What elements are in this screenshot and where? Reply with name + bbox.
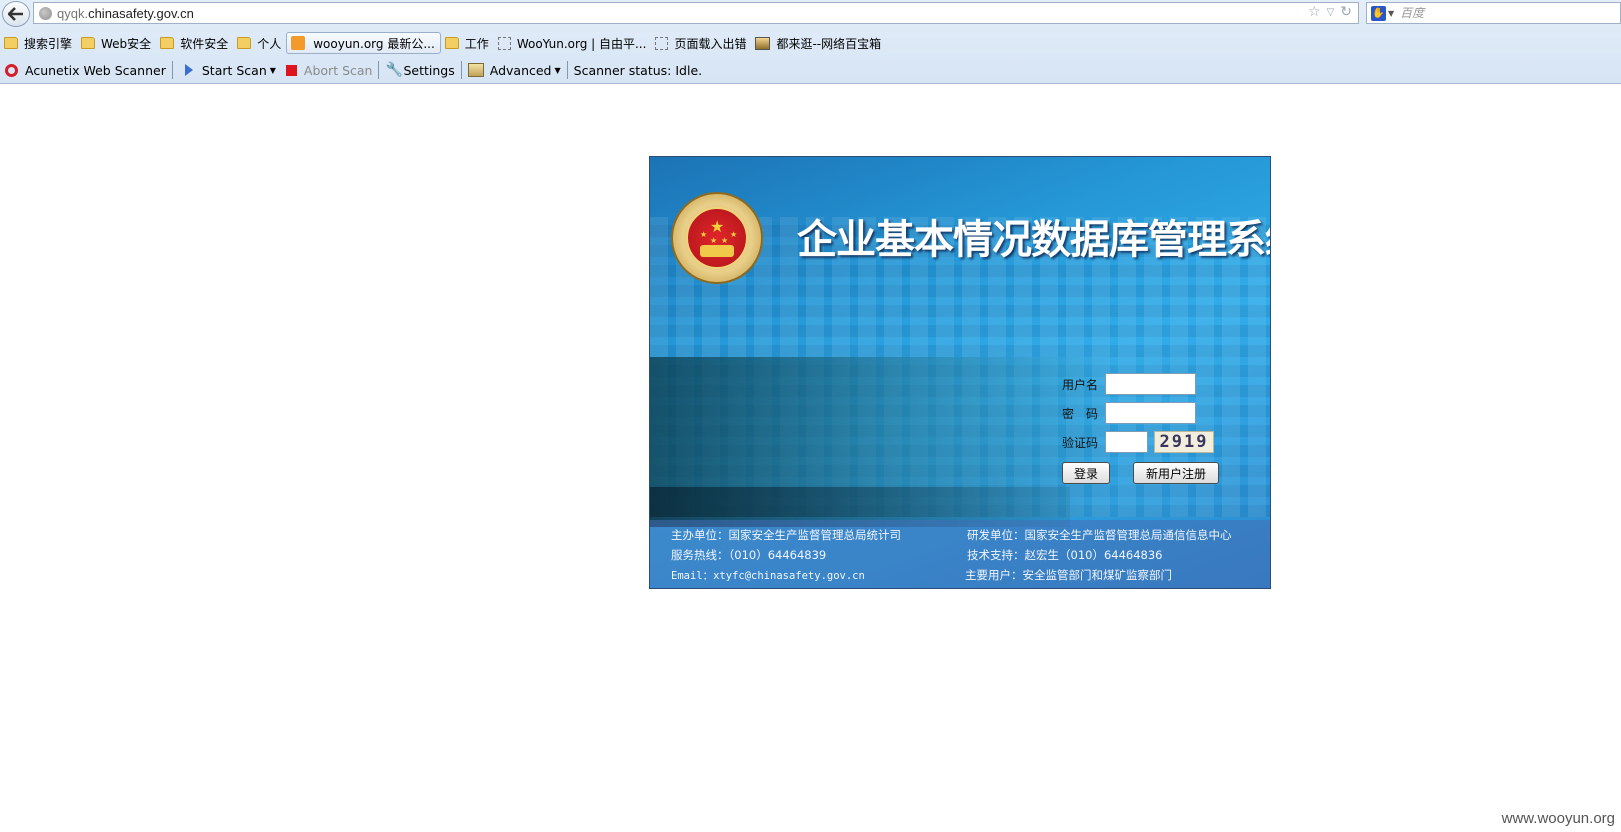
star-icon: ★ <box>710 217 725 236</box>
bookmark-page-load-error[interactable]: 页面载入出错 <box>651 32 751 54</box>
chevron-down-icon[interactable]: ▼ <box>1388 9 1394 18</box>
password-row: 密 码 <box>1062 402 1196 424</box>
toolbar-separator <box>566 61 568 79</box>
back-button[interactable] <box>2 1 30 27</box>
captcha-row: 验证码 2919 <box>1062 431 1214 453</box>
abort-scan-label: Abort Scan <box>303 62 373 78</box>
register-button[interactable]: 新用户注册 <box>1133 462 1219 484</box>
hotline-text: 服务热线：（010）64464839 <box>671 548 827 562</box>
chevron-down-icon: ▼ <box>554 65 561 75</box>
captcha-image[interactable]: 2919 <box>1154 431 1214 453</box>
sponsor-text: 主办单位：国家安全生产监督管理总局统计司 <box>671 528 901 542</box>
folder-icon <box>81 37 96 49</box>
scanner-status: Scanner status: Idle. <box>569 59 707 81</box>
star-icon: ★ <box>700 230 708 239</box>
bookmark-folder-personal[interactable]: 个人 <box>233 32 286 54</box>
stop-icon <box>285 64 297 76</box>
bookmark-label: 个人 <box>257 36 282 51</box>
system-title: 企业基本情况数据库管理系统 <box>797 217 1271 263</box>
folder-icon <box>4 37 18 49</box>
toolbar-separator <box>378 61 380 79</box>
captcha-label: 验证码 <box>1062 435 1099 450</box>
back-arrow-icon <box>8 7 23 21</box>
wrench-icon: 🔧 <box>385 62 403 78</box>
acunetix-logo-icon <box>5 63 18 77</box>
settings-label: Settings <box>403 62 455 78</box>
star-icon: ★ <box>721 236 729 245</box>
acunetix-brand[interactable]: Acunetix Web Scanner <box>0 59 171 81</box>
abort-scan-button[interactable]: Abort Scan <box>281 59 378 81</box>
advanced-icon <box>467 63 484 77</box>
bookmark-label: WooYun.org | 自由平... <box>516 36 647 51</box>
search-input[interactable] <box>1400 6 1601 20</box>
bookmark-folder-web-security[interactable]: Web安全 <box>77 32 156 54</box>
browser-chrome: qyqk.chinasafety.gov.cn ☆ ▽ ↻ ✋ ▼ 搜索引擎 W… <box>0 0 1621 84</box>
folder-icon <box>160 37 175 49</box>
reload-icon[interactable]: ↻ <box>1340 4 1352 20</box>
panel-footer: 主办单位：国家安全生产监督管理总局统计司 研发单位：国家安全生产监督管理总局通信… <box>650 520 1270 588</box>
username-row: 用户名 <box>1062 373 1196 395</box>
navigation-bar: qyqk.chinasafety.gov.cn ☆ ▽ ↻ ✋ ▼ <box>0 0 1621 28</box>
settings-button[interactable]: 🔧 Settings <box>380 59 459 81</box>
bookmark-folder-search-engines[interactable]: 搜索引擎 <box>0 32 77 54</box>
folder-icon <box>444 37 459 49</box>
developer-text: 研发单位：国家安全生产监督管理总局通信信息中心 <box>967 528 1232 542</box>
page-icon <box>655 36 669 50</box>
button-row: 登录 新用户注册 <box>1062 462 1219 484</box>
search-engine-icon[interactable]: ✋ <box>1371 5 1386 21</box>
toolbar-separator <box>171 61 173 79</box>
play-icon <box>184 64 193 76</box>
advanced-button[interactable]: Advanced ▼ <box>463 59 566 81</box>
start-scan-label: Start Scan <box>201 62 267 78</box>
search-box[interactable]: ✋ ▼ <box>1366 2 1621 24</box>
bookmark-wooyun[interactable]: WooYun.org | 自由平... <box>494 32 652 54</box>
password-input[interactable] <box>1105 402 1196 424</box>
username-label: 用户名 <box>1062 377 1099 392</box>
login-panel: ★ ★ ★ ★ ★ 企业基本情况数据库管理系统 用户名 密 码 验证码 2919… <box>649 156 1271 589</box>
bookmark-feed-wooyun[interactable]: wooyun.org 最新公... <box>286 32 441 54</box>
email-text: Email：xtyfc@chinasafety.gov.cn <box>671 570 865 582</box>
start-scan-button[interactable]: Start Scan ▼ <box>174 59 281 81</box>
advanced-label: Advanced <box>489 62 552 78</box>
scanner-status-text: Scanner status: Idle. <box>573 62 703 78</box>
main-users-text: 主要用户：安全监管部门和煤矿监察部门 <box>965 568 1172 582</box>
agency-emblem-logo: ★ ★ ★ ★ ★ <box>671 192 763 284</box>
bookmark-label: 都来逛--网络百宝箱 <box>776 36 882 51</box>
captcha-input[interactable] <box>1105 431 1148 453</box>
bookmark-doulaiguang[interactable]: 都来逛--网络百宝箱 <box>751 32 886 54</box>
bookmark-label: 软件安全 <box>180 36 229 51</box>
login-button[interactable]: 登录 <box>1062 462 1110 484</box>
support-text: 技术支持：赵宏生（010）64464836 <box>967 548 1163 562</box>
username-input[interactable] <box>1105 373 1196 395</box>
rss-feed-icon <box>291 36 306 50</box>
watermark: www.wooyun.org <box>1501 810 1615 827</box>
acunetix-brand-label: Acunetix Web Scanner <box>25 62 166 78</box>
bookmark-label: Web安全 <box>101 36 152 51</box>
bookmark-folder-work[interactable]: 工作 <box>441 32 494 54</box>
bookmark-folder-software-security[interactable]: 软件安全 <box>156 32 233 54</box>
emblem-center: ★ ★ ★ ★ ★ <box>686 207 748 269</box>
bookmarks-toolbar: 搜索引擎 Web安全 软件安全 个人 wooyun.org 最新公... 工作 … <box>0 31 886 55</box>
bookmark-label: 工作 <box>464 36 489 51</box>
chevron-down-icon: ▼ <box>269 65 276 75</box>
url-tools: ☆ ▽ ↻ <box>1308 4 1352 20</box>
bookmark-star-icon[interactable]: ☆ <box>1308 4 1321 20</box>
folder-icon <box>237 37 252 49</box>
star-icon: ★ <box>730 230 738 239</box>
url-text: qyqk.chinasafety.gov.cn <box>57 5 194 21</box>
toolbar-separator <box>460 61 462 79</box>
history-dropdown-icon[interactable]: ▽ <box>1327 7 1335 18</box>
page-icon <box>497 36 511 50</box>
emblem-base <box>700 245 734 257</box>
url-bar[interactable]: qyqk.chinasafety.gov.cn ☆ ▽ ↻ <box>33 2 1359 24</box>
password-label: 密 码 <box>1062 406 1099 421</box>
site-identity-icon[interactable] <box>39 6 52 20</box>
bookmark-label: 页面载入出错 <box>674 36 747 51</box>
star-icon: ★ <box>710 236 718 245</box>
bookmark-label: wooyun.org 最新公... <box>313 36 435 51</box>
image-icon <box>755 36 771 50</box>
bookmark-label: 搜索引擎 <box>24 36 73 51</box>
acunetix-toolbar: Acunetix Web Scanner Start Scan ▼ Abort … <box>0 58 707 82</box>
